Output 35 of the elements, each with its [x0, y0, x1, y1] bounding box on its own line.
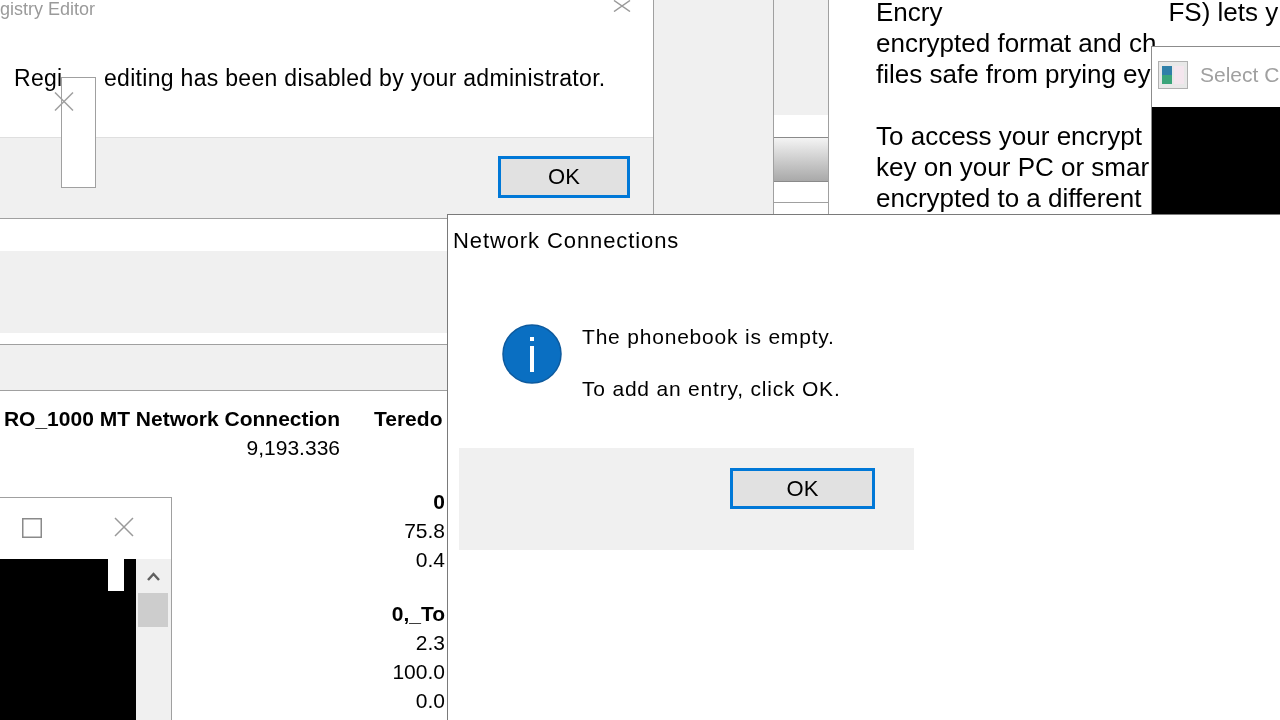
close-icon[interactable]	[613, 0, 631, 12]
table-cell-text: 0.4	[415, 547, 445, 573]
table-cell-text: 9,193.336	[246, 435, 340, 461]
body-text: files safe from prying ey	[876, 59, 1151, 90]
table-cell-text: 75.8	[404, 518, 445, 544]
ok-button[interactable]: OK	[730, 468, 875, 509]
info-icon	[502, 324, 562, 384]
body-text: key on your PC or smar	[876, 152, 1150, 183]
window-title: Select C	[1200, 62, 1280, 88]
close-icon[interactable]	[114, 517, 134, 537]
window-title: Network Connections	[453, 228, 680, 254]
body-text: encrypted to a different	[876, 183, 1142, 214]
table-cell-text: 0,_To	[391, 601, 445, 627]
app-icon	[1158, 61, 1188, 89]
column-header: RO_1000 MT Network Connection	[3, 406, 340, 432]
window-title: gistry Editor	[0, 0, 96, 18]
message-text: editing has been disabled by your administrator.	[104, 64, 606, 93]
blank-block	[108, 559, 124, 591]
table-cell-text: 0	[433, 489, 445, 515]
slider-thumb[interactable]	[774, 137, 828, 182]
message-text: To add an entry, click OK.	[582, 376, 841, 402]
scrollbar-thumb[interactable]	[138, 593, 168, 627]
body-text: FS) lets y	[1168, 0, 1279, 28]
maximize-icon[interactable]	[22, 518, 42, 538]
table-cell-text: 0.0	[415, 688, 445, 714]
chevron-up-icon[interactable]	[147, 572, 160, 581]
message-text: The phonebook is empty.	[582, 324, 836, 350]
table-cell-text: 100.0	[392, 659, 445, 685]
table-cell-text: 2.3	[415, 630, 445, 656]
message-text: Regi	[14, 64, 63, 93]
close-icon[interactable]	[54, 92, 74, 111]
ok-button[interactable]: OK	[498, 156, 630, 198]
column-header: Teredo	[374, 406, 443, 432]
body-text: Encry	[876, 0, 943, 28]
body-text: To access your encrypt	[876, 121, 1142, 152]
